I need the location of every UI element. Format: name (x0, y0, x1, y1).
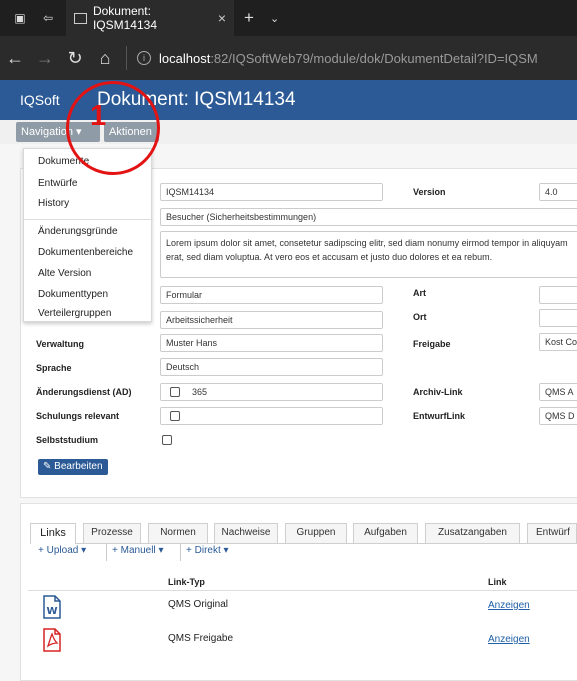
svg-text:W: W (47, 606, 58, 617)
schulung-label: Schulungs relevant (36, 411, 120, 421)
freigabe-field[interactable]: Kost Co (539, 333, 577, 351)
tab-aufgaben[interactable]: Aufgaben (353, 523, 418, 543)
freigabe-label: Freigabe (413, 339, 451, 349)
change-service-field[interactable]: 365 (160, 383, 383, 401)
upload-label: Upload (46, 545, 79, 556)
menu-item-verteilergruppen[interactable]: Verteilergruppen (38, 308, 111, 319)
manuell-label: Manuell (120, 545, 156, 556)
administration-field[interactable]: Muster Hans (160, 334, 383, 352)
browser-tab[interactable]: Dokument: IQSM14134 × (66, 0, 234, 36)
change-service-checkbox[interactable] (170, 387, 180, 397)
link-header: Link (488, 577, 507, 587)
annotation-circle (66, 81, 160, 175)
menu-item-entwuerfe[interactable]: Entwürfe (38, 178, 77, 189)
ort-field[interactable] (539, 309, 577, 327)
link-row-type: QMS Original (168, 599, 229, 610)
chevron-down-icon: ▾ (158, 545, 164, 556)
menu-item-alte-version[interactable]: Alte Version (38, 268, 91, 279)
url-host: localhost (159, 50, 211, 66)
link-row-view-link[interactable]: Anzeigen (488, 600, 530, 611)
version-label: Version (413, 187, 446, 197)
menu-item-dokumentenbereiche[interactable]: Dokumentenbereiche (38, 247, 133, 258)
word-document-icon: W (42, 595, 62, 619)
tab-normen[interactable]: Normen (148, 523, 208, 543)
tab-links[interactable]: Links (30, 523, 76, 544)
url-path: :82/IQSoftWeb79/module/dok/DokumentDetai… (210, 50, 538, 66)
form-field[interactable]: Formular (160, 286, 383, 304)
upload-button[interactable]: + Upload ▾ (38, 545, 86, 560)
plus-icon: + (186, 545, 192, 556)
entwurf-link-label: EntwurfLink (413, 411, 465, 421)
chevron-down-icon[interactable]: ⌄ (270, 12, 279, 25)
page-icon (74, 12, 87, 24)
manuell-button[interactable]: + Manuell ▾ (112, 545, 163, 560)
edit-button-label: Bearbeiten (54, 461, 103, 472)
language-field[interactable]: Deutsch (160, 358, 383, 376)
annotation-number: 1 (90, 100, 107, 132)
links-tab-strip: Links Prozesse Normen Nachweise Gruppen … (30, 523, 577, 544)
menu-item-aenderungsgruende[interactable]: Änderungsgründe (38, 226, 118, 237)
tab-entwuerfe[interactable]: Entwürf (527, 523, 577, 543)
close-icon[interactable]: × (218, 10, 226, 26)
training-relevant-checkbox[interactable] (170, 411, 180, 421)
forward-icon[interactable]: → (30, 48, 60, 69)
browser-tab-title: Dokument: IQSM14134 (92, 4, 157, 32)
back-icon[interactable]: ← (0, 48, 30, 69)
tab-prozesse[interactable]: Prozesse (83, 523, 141, 543)
toolbar-divider (180, 543, 181, 561)
links-header-divider (28, 590, 577, 591)
link-row-type: QMS Freigabe (168, 633, 234, 644)
archiv-link-field[interactable]: QMS A (539, 383, 577, 401)
document-category-field[interactable]: Besucher (Sicherheitsbestimmungen) (160, 208, 577, 226)
pencil-icon: ✎ (43, 461, 52, 472)
self-study-checkbox[interactable] (162, 435, 172, 445)
home-icon[interactable]: ⌂ (90, 48, 120, 69)
document-description-field[interactable]: Lorem ipsum dolor sit amet, consetetur s… (160, 231, 577, 278)
tabs-icon[interactable]: ▣ (12, 10, 28, 26)
direkt-label: Direkt (194, 545, 221, 556)
refresh-icon[interactable]: ↻ (60, 48, 90, 69)
area-field[interactable]: Arbeitssicherheit (160, 311, 383, 329)
link-type-header: Link-Typ (168, 577, 205, 587)
pdf-document-icon (42, 628, 62, 652)
archiv-link-label: Archiv-Link (413, 387, 463, 397)
art-label: Art (413, 288, 426, 298)
plus-icon: + (38, 545, 44, 556)
training-relevant-field[interactable] (160, 407, 383, 425)
menu-item-history[interactable]: History (38, 198, 69, 209)
info-icon[interactable]: i (137, 51, 151, 65)
browser-address-bar: ← → ↻ ⌂ i localhost:82/IQSoftWeb79/modul… (0, 36, 577, 80)
chevron-down-icon: ▾ (223, 545, 229, 556)
art-field[interactable] (539, 286, 577, 304)
toolbar-divider (106, 543, 107, 561)
menu-item-dokumenttypen[interactable]: Dokumenttypen (38, 289, 108, 300)
version-field[interactable]: 4.0 (539, 183, 577, 201)
direkt-button[interactable]: + Direkt ▾ (186, 545, 229, 560)
selbststudium-label: Selbststudium (36, 435, 99, 445)
address-divider (126, 46, 127, 70)
aenderungsdienst-label: Änderungsdienst (AD) (36, 387, 132, 397)
link-row-view-link[interactable]: Anzeigen (488, 634, 530, 645)
document-id-field[interactable]: IQSM14134 (160, 183, 383, 201)
chevron-down-icon: ▾ (81, 545, 87, 556)
app-brand: IQSoft (20, 92, 60, 108)
entwurf-link-field[interactable]: QMS D (539, 407, 577, 425)
sprache-label: Sprache (36, 363, 72, 373)
tab-zusatzangaben[interactable]: Zusatzangaben (425, 523, 520, 543)
edit-button[interactable]: ✎ Bearbeiten (38, 459, 108, 475)
url-field[interactable]: localhost:82/IQSoftWeb79/module/dok/Doku… (159, 51, 538, 66)
navigation-dropdown-menu: Dokumente Entwürfe History Änderungsgrün… (23, 148, 153, 322)
browser-titlebar: ▣ ⇦ Dokument: IQSM14134 × + ⌄ (0, 0, 577, 36)
plus-icon: + (112, 545, 118, 556)
new-tab-icon[interactable]: + (244, 8, 254, 28)
menu-divider (24, 219, 153, 220)
back-tab-icon[interactable]: ⇦ (40, 10, 56, 26)
tab-nachweise[interactable]: Nachweise (214, 523, 278, 543)
ort-label: Ort (413, 312, 427, 322)
tab-gruppen[interactable]: Gruppen (285, 523, 347, 543)
verwaltung-label: Verwaltung (36, 339, 85, 349)
